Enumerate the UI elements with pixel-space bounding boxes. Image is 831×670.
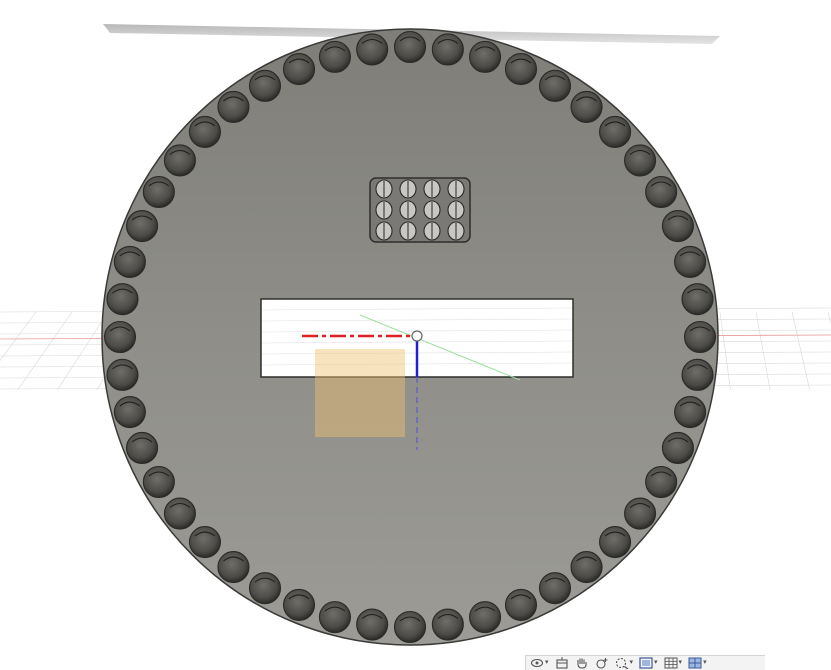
chevron-down-icon: ▾ [703, 659, 707, 666]
perimeter-hole [248, 69, 282, 102]
perimeter-hole [217, 90, 250, 123]
pin [399, 179, 417, 199]
display-settings-button[interactable]: ▾ [637, 656, 660, 670]
perimeter-hole [504, 588, 538, 621]
perimeter-hole [538, 69, 572, 102]
perimeter-hole [282, 53, 316, 86]
chevron-down-icon: ▾ [678, 659, 683, 666]
pin [447, 179, 465, 199]
pin [423, 200, 441, 220]
perimeter-hole [356, 33, 389, 66]
perimeter-hole [126, 209, 159, 243]
perimeter-hole [318, 601, 351, 634]
perimeter-hole [106, 358, 139, 391]
perimeter-hole [570, 551, 603, 584]
zoom-icon [595, 658, 608, 669]
perimeter-hole [126, 431, 159, 465]
perimeter-hole [163, 144, 196, 177]
origin-plane [315, 349, 405, 437]
perimeter-hole [674, 396, 707, 429]
perimeter-hole [103, 320, 137, 354]
perimeter-hole [624, 144, 657, 177]
perimeter-hole [674, 245, 707, 278]
perimeter-hole [163, 497, 196, 530]
perimeter-hole [599, 526, 632, 559]
perimeter-hole [142, 465, 175, 499]
perimeter-hole [113, 396, 146, 429]
perimeter-hole [393, 30, 427, 64]
perimeter-hole [599, 115, 632, 148]
viewports-icon [688, 657, 702, 669]
pan-button[interactable] [573, 656, 591, 670]
perimeter-hole [356, 608, 389, 641]
fit-view-icon [615, 657, 628, 669]
look-at-button[interactable] [553, 656, 571, 670]
display-settings-icon [639, 657, 653, 669]
perimeter-hole [142, 175, 175, 209]
pan-hand-icon [576, 658, 587, 669]
perimeter-hole [282, 588, 316, 621]
pin [375, 221, 393, 241]
perimeter-hole [624, 497, 657, 530]
grid-and-snaps-button[interactable]: ▾ [662, 656, 685, 670]
perimeter-hole [469, 601, 502, 634]
perimeter-hole [217, 551, 250, 584]
perimeter-hole [188, 526, 221, 559]
perimeter-hole [431, 608, 464, 641]
pin [399, 200, 417, 220]
fit-button[interactable]: ▾ [613, 656, 636, 670]
viewports-button[interactable]: ▾ [686, 656, 709, 670]
perimeter-hole [645, 465, 678, 499]
perimeter-hole [538, 572, 572, 605]
perimeter-hole [248, 572, 282, 605]
perimeter-hole [645, 175, 678, 209]
perimeter-hole [681, 358, 714, 391]
perimeter-hole [469, 40, 502, 73]
pin [375, 179, 393, 199]
perimeter-hole [570, 90, 603, 123]
perimeter-hole [318, 40, 351, 73]
orbit-button[interactable]: ▾ [528, 656, 551, 670]
look-at-icon [555, 657, 568, 669]
pin-grid-plate [369, 177, 471, 243]
zoom-button[interactable] [593, 656, 611, 670]
perimeter-hole [683, 320, 717, 354]
grid-icon [664, 657, 678, 669]
pin [447, 221, 465, 241]
pin [423, 221, 441, 241]
chevron-down-icon: ▾ [545, 659, 549, 666]
origin-point [411, 330, 423, 342]
pin [447, 200, 465, 220]
perimeter-hole [661, 431, 694, 465]
pin [423, 179, 441, 199]
perimeter-hole [504, 53, 538, 86]
perimeter-hole [661, 209, 694, 243]
chevron-down-icon: ▾ [654, 659, 658, 666]
navigation-toolbar: ▾ ▾ ▾ ▾ ▾ [525, 655, 765, 670]
chevron-down-icon: ▾ [629, 659, 634, 666]
viewport-canvas [0, 24, 831, 646]
perimeter-hole [393, 610, 427, 644]
perimeter-hole [188, 115, 221, 148]
perimeter-hole [113, 245, 146, 278]
3d-viewport[interactable] [0, 0, 831, 670]
perimeter-hole [431, 33, 464, 66]
perimeter-hole [681, 283, 714, 316]
pin [399, 221, 417, 241]
perimeter-hole [106, 283, 139, 316]
orbit-icon [530, 658, 544, 668]
pin [375, 200, 393, 220]
